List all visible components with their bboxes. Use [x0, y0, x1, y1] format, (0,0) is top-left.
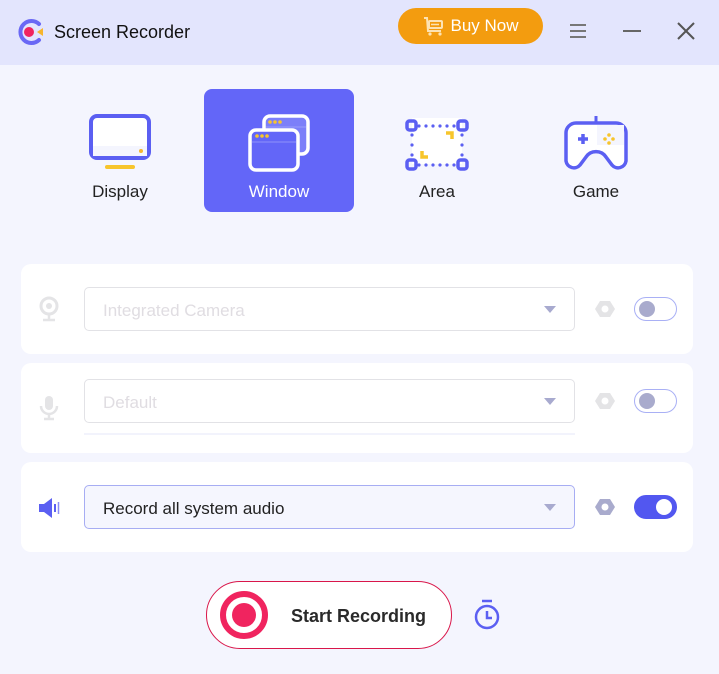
camera-settings-gear-icon[interactable]	[595, 299, 615, 319]
close-icon	[677, 22, 695, 40]
camera-select-value: Integrated Camera	[103, 301, 245, 320]
buy-now-label: Buy Now	[450, 16, 519, 35]
app-logo-icon	[18, 19, 43, 45]
toggle-knob	[639, 301, 655, 317]
buy-now-button[interactable]: Buy Now	[398, 8, 543, 44]
windows-icon	[248, 114, 310, 172]
speaker-icon	[39, 498, 60, 518]
gamepad-icon	[564, 116, 628, 170]
mode-display-label: Display	[92, 182, 148, 201]
microphone-settings-gear-icon[interactable]	[595, 391, 615, 411]
app-title: Screen Recorder	[54, 22, 191, 42]
system-audio-settings-gear-icon[interactable]	[595, 497, 615, 517]
microphone-panel: Default	[21, 363, 693, 453]
system-audio-toggle[interactable]	[634, 495, 677, 519]
mode-game-label: Game	[572, 182, 620, 201]
toggle-knob	[639, 393, 655, 409]
chevron-down-icon	[544, 504, 556, 511]
system-audio-select-value: Record all system audio	[103, 499, 285, 518]
mode-display[interactable]: Display	[45, 89, 195, 212]
mode-window[interactable]: Window	[204, 89, 354, 212]
microphone-icon	[39, 396, 59, 421]
microphone-level-bar	[84, 433, 575, 435]
microphone-select-value: Default	[103, 393, 157, 412]
minimize-button[interactable]	[619, 18, 645, 44]
cart-icon	[424, 17, 444, 36]
mode-area-label: Area	[419, 182, 455, 201]
area-select-icon	[405, 118, 469, 171]
minimize-icon	[623, 30, 641, 32]
webcam-icon	[39, 296, 59, 322]
hamburger-menu-icon	[570, 24, 586, 38]
record-icon	[220, 591, 268, 639]
mode-window-label: Window	[248, 182, 310, 201]
mode-game[interactable]: Game	[521, 89, 671, 212]
toggle-knob	[656, 499, 672, 515]
camera-select[interactable]: Integrated Camera	[84, 287, 575, 331]
camera-toggle[interactable]	[634, 297, 677, 321]
chevron-down-icon	[544, 306, 556, 313]
microphone-toggle[interactable]	[634, 389, 677, 413]
system-audio-select[interactable]: Record all system audio	[84, 485, 575, 529]
start-recording-label: Start Recording	[291, 606, 427, 626]
title-bar: Screen Recorder Buy Now	[0, 0, 719, 65]
microphone-select[interactable]: Default	[84, 379, 575, 423]
close-button[interactable]	[673, 18, 699, 44]
mode-area[interactable]: Area	[362, 89, 512, 212]
stopwatch-icon[interactable]	[472, 598, 502, 632]
start-recording-button[interactable]: Start Recording	[206, 581, 452, 649]
system-audio-panel: Record all system audio	[21, 462, 693, 552]
monitor-icon	[89, 114, 151, 169]
camera-panel: Integrated Camera	[21, 264, 693, 354]
menu-button[interactable]	[565, 18, 591, 44]
chevron-down-icon	[544, 398, 556, 405]
